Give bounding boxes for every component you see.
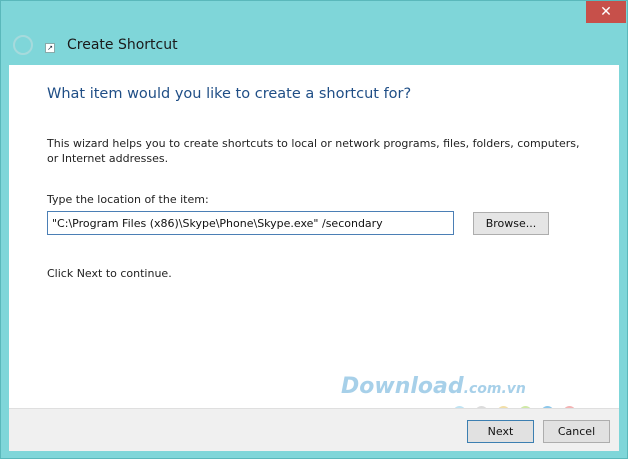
cancel-button[interactable]: Cancel (543, 420, 610, 443)
browse-button[interactable]: Browse... (473, 212, 549, 235)
close-icon: ✕ (600, 4, 612, 20)
continue-instruction: Click Next to continue. (47, 267, 172, 280)
watermark-logo: Download.com.vn (341, 374, 526, 399)
window-title: Create Shortcut (67, 37, 178, 53)
shortcut-icon: ↗ (45, 43, 55, 53)
back-arrow-icon[interactable] (13, 35, 33, 55)
next-button[interactable]: Next (467, 420, 534, 443)
wizard-content: What item would you like to create a sho… (9, 65, 619, 408)
wizard-footer: Next Cancel (9, 408, 619, 451)
location-input[interactable] (47, 211, 454, 235)
wizard-description: This wizard helps you to create shortcut… (47, 137, 580, 165)
location-label: Type the location of the item: (47, 193, 209, 206)
create-shortcut-window: ✕ ↗ Create Shortcut What item would you … (0, 0, 628, 459)
title-bar: ↗ Create Shortcut (1, 23, 627, 65)
close-button[interactable]: ✕ (586, 1, 626, 23)
page-heading: What item would you like to create a sho… (47, 86, 412, 102)
